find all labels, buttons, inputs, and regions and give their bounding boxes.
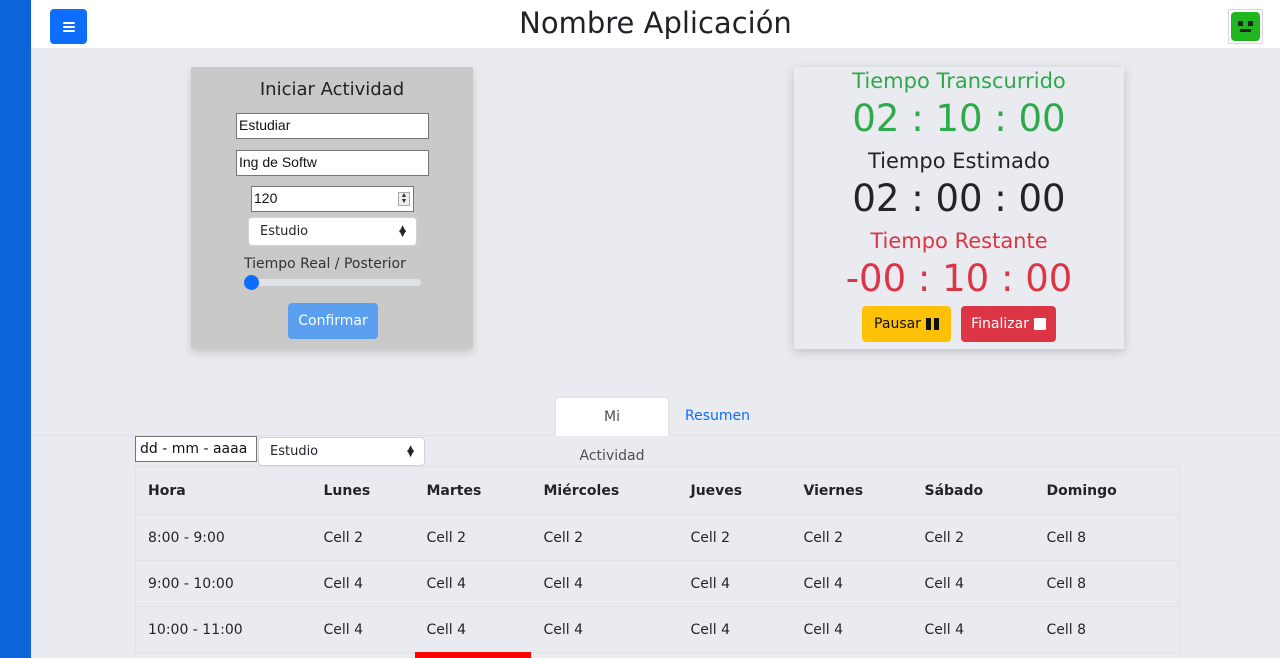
confirm-button[interactable]: Confirmar bbox=[288, 303, 378, 339]
table-row: 8:00 - 9:00 Cell 2 Cell 2 Cell 2 Cell 2 … bbox=[135, 514, 1180, 561]
col-header-sabado: Sábado bbox=[912, 466, 1035, 515]
timer-card: Tiempo Transcurrido 02 : 10 : 00 Tiempo … bbox=[794, 67, 1124, 349]
slider-thumb[interactable] bbox=[244, 275, 259, 290]
col-header-hora: Hora bbox=[135, 466, 312, 515]
activity-name-input[interactable]: Estudiar bbox=[236, 113, 429, 139]
table-cell: Cell 4 bbox=[311, 606, 415, 653]
table-cell: Cell 2 bbox=[531, 514, 679, 561]
select-caret-icon: ▲ ▼ bbox=[399, 224, 406, 239]
pause-label: Pausar bbox=[874, 316, 921, 332]
table-cell: Cell 4 bbox=[791, 606, 913, 653]
table-cell: 9:00 - 10:00 bbox=[135, 560, 312, 607]
col-header-miercoles: Miércoles bbox=[531, 466, 679, 515]
col-header-jueves: Jueves bbox=[678, 466, 792, 515]
stop-icon bbox=[1033, 318, 1046, 330]
time-mode-slider[interactable] bbox=[246, 279, 421, 286]
table-row: 10:00 - 11:00 Cell 4 Cell 4 Cell 4 Cell … bbox=[135, 606, 1180, 653]
start-activity-card: Iniciar Actividad Estudiar Ing de Softw … bbox=[191, 67, 473, 349]
number-spinner-icon[interactable]: ▲ ▼ bbox=[398, 192, 410, 206]
filter-category-select[interactable]: Estudio ▲ ▼ bbox=[258, 437, 425, 466]
schedule-table: Hora Lunes Martes Miércoles Jueves Viern… bbox=[135, 466, 1180, 653]
select-caret-icon: ▲ ▼ bbox=[407, 444, 414, 459]
table-cell: 8:00 - 9:00 bbox=[135, 514, 312, 561]
table-cell: Cell 4 bbox=[531, 606, 679, 653]
category-selected: Estudio bbox=[260, 224, 309, 239]
table-cell: Cell 8 bbox=[1034, 606, 1180, 653]
col-header-martes: Martes bbox=[414, 466, 532, 515]
start-activity-title: Iniciar Actividad bbox=[259, 79, 405, 100]
table-cell: Cell 2 bbox=[414, 514, 532, 561]
category-select[interactable]: Estudio ▲ ▼ bbox=[248, 217, 417, 246]
left-accent-strip bbox=[0, 0, 31, 658]
table-row: 9:00 - 10:00 Cell 4 Cell 4 Cell 4 Cell 4… bbox=[135, 560, 1180, 607]
table-cell: Cell 2 bbox=[912, 514, 1035, 561]
table-cell: Cell 4 bbox=[912, 560, 1035, 607]
tab-mi-actividad[interactable]: Mi Actividad bbox=[555, 397, 669, 464]
highlight-bar bbox=[415, 652, 531, 658]
table-cell: 10:00 - 11:00 bbox=[135, 606, 312, 653]
table-cell: Cell 4 bbox=[414, 560, 532, 607]
tab-resumen[interactable]: Resumen bbox=[670, 397, 765, 436]
remaining-label: Tiempo Restante bbox=[870, 229, 1048, 253]
slider-label: Tiempo Real / Posterior bbox=[244, 256, 406, 272]
table-cell: Cell 4 bbox=[912, 606, 1035, 653]
table-cell: Cell 2 bbox=[791, 514, 913, 561]
col-header-domingo: Domingo bbox=[1034, 466, 1180, 515]
elapsed-label: Tiempo Transcurrido bbox=[852, 69, 1066, 93]
elapsed-value: 02 : 10 : 00 bbox=[852, 97, 1066, 140]
table-cell: Cell 8 bbox=[1034, 514, 1180, 561]
remaining-value: -00 : 10 : 00 bbox=[845, 257, 1073, 300]
table-cell: Cell 4 bbox=[414, 606, 532, 653]
table-header-row: Hora Lunes Martes Miércoles Jueves Viern… bbox=[135, 466, 1180, 515]
estimated-label: Tiempo Estimado bbox=[867, 149, 1051, 173]
table-cell: Cell 4 bbox=[311, 560, 415, 607]
col-header-lunes: Lunes bbox=[311, 466, 415, 515]
table-cell: Cell 4 bbox=[678, 560, 792, 607]
estimated-value: 02 : 00 : 00 bbox=[852, 177, 1066, 220]
finish-button[interactable]: Finalizar bbox=[961, 306, 1056, 342]
minutes-value: 120 bbox=[254, 190, 278, 206]
table-cell: Cell 4 bbox=[531, 560, 679, 607]
table-cell: Cell 4 bbox=[678, 606, 792, 653]
table-cell: Cell 2 bbox=[678, 514, 792, 561]
table-cell: Cell 8 bbox=[1034, 560, 1180, 607]
user-avatar[interactable] bbox=[1228, 9, 1263, 44]
filter-category-selected: Estudio bbox=[270, 444, 319, 459]
top-navbar: Nombre Aplicación bbox=[31, 0, 1280, 48]
col-header-viernes: Viernes bbox=[791, 466, 913, 515]
pause-button[interactable]: Pausar bbox=[862, 306, 951, 342]
pause-icon bbox=[925, 318, 939, 330]
table-cell: Cell 4 bbox=[791, 560, 913, 607]
robot-avatar-icon bbox=[1231, 12, 1260, 41]
subject-input[interactable]: Ing de Softw bbox=[236, 150, 429, 176]
table-cell: Cell 2 bbox=[311, 514, 415, 561]
finish-label: Finalizar bbox=[971, 316, 1029, 332]
date-input[interactable]: dd - mm - aaaa bbox=[135, 436, 257, 462]
app-title: Nombre Aplicación bbox=[519, 6, 792, 40]
minutes-number-input[interactable]: 120 ▲ ▼ bbox=[251, 186, 414, 212]
